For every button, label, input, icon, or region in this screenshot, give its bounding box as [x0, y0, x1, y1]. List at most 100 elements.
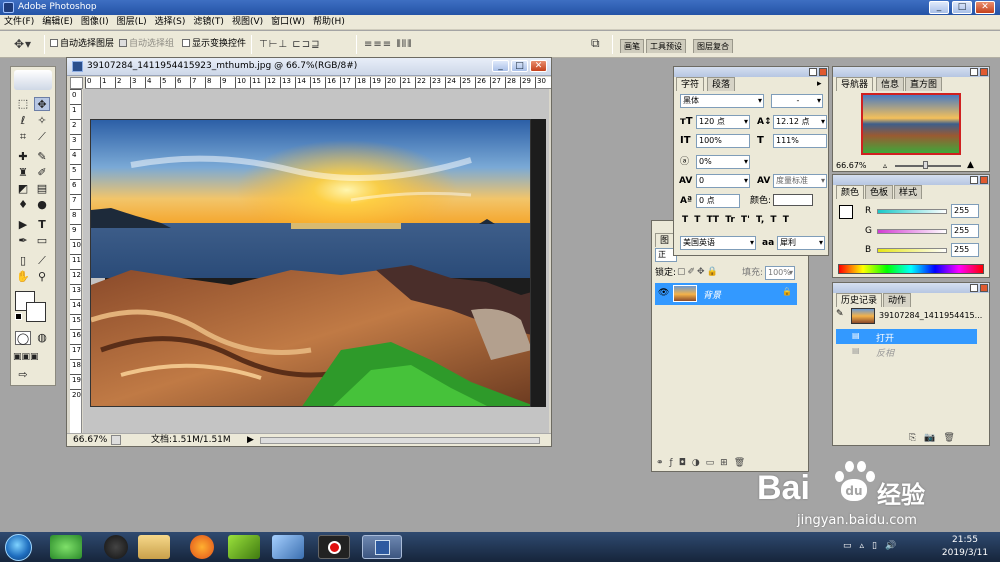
- zoom-out-icon[interactable]: ▵: [883, 160, 887, 172]
- status-menu-icon[interactable]: [111, 435, 121, 445]
- notes-app-icon[interactable]: [272, 535, 304, 559]
- notes-tool-icon[interactable]: ▯: [15, 254, 31, 268]
- lasso-tool-icon[interactable]: ℓ: [15, 114, 31, 128]
- menu-window[interactable]: 窗口(W): [267, 15, 309, 30]
- eraser-tool-icon[interactable]: ◩: [15, 182, 31, 196]
- doc-maximize-button[interactable]: □: [511, 60, 528, 72]
- eyedropper-icon[interactable]: ⟋: [34, 254, 50, 268]
- history-brush-icon[interactable]: ✐: [34, 166, 50, 180]
- tab-character[interactable]: 字符: [676, 77, 705, 91]
- crop-tool-icon[interactable]: ⌗: [15, 130, 31, 144]
- tsume-field[interactable]: 0%: [696, 155, 750, 169]
- layer-row-background[interactable]: 👁 背景 🔒: [655, 283, 797, 305]
- move-tool-icon[interactable]: ✥▾: [14, 37, 32, 51]
- menu-file[interactable]: 文件(F): [0, 15, 38, 30]
- tab-navigator[interactable]: 导航器: [836, 77, 874, 91]
- align-icons[interactable]: ⊤⊢⊥ ⊏⊐⊒: [259, 39, 320, 50]
- palette-menu-icon[interactable]: ▸: [817, 79, 822, 89]
- horizontal-scale-field[interactable]: 111%: [773, 134, 827, 148]
- navigator-thumbnail[interactable]: [861, 93, 961, 155]
- clock-time[interactable]: 21:55: [946, 535, 984, 545]
- leading-field[interactable]: 12.12 点: [773, 115, 827, 129]
- baseline-shift-field[interactable]: 0 点: [696, 194, 740, 208]
- navigator-zoom[interactable]: 66.67%: [836, 160, 867, 172]
- screen-mode-icons[interactable]: ▣▣▣: [13, 350, 39, 364]
- tab-swatches[interactable]: 色板: [865, 185, 894, 199]
- palette-well-icon[interactable]: ⧉: [591, 36, 601, 51]
- tab-color[interactable]: 颜色: [836, 185, 865, 199]
- status-arrow-icon[interactable]: ▶: [247, 434, 254, 446]
- zoom-level[interactable]: 66.67%: [73, 434, 107, 446]
- text-color-swatch[interactable]: [773, 194, 813, 206]
- menu-image[interactable]: 图像(I): [77, 15, 113, 30]
- channel-b-value[interactable]: 255: [951, 243, 979, 257]
- zoom-in-icon[interactable]: ▲: [967, 159, 974, 171]
- tracking-field[interactable]: 度量标准: [773, 174, 827, 188]
- marquee-tool-icon[interactable]: ⬚: [15, 97, 31, 111]
- start-button[interactable]: [5, 534, 32, 561]
- color-ramp[interactable]: [838, 264, 984, 274]
- blur-tool-icon[interactable]: ♦: [15, 198, 31, 212]
- jump-to-imageready-icon[interactable]: ⇨: [15, 368, 31, 382]
- menu-select[interactable]: 选择(S): [151, 15, 190, 30]
- ruler-origin[interactable]: [70, 77, 83, 89]
- maximize-button[interactable]: □: [952, 1, 972, 14]
- gradient-tool-icon[interactable]: ▤: [34, 182, 50, 196]
- dodge-tool-icon[interactable]: ●: [34, 198, 50, 212]
- default-colors-icon[interactable]: [15, 313, 22, 320]
- clock-date[interactable]: 2019/3/11: [940, 548, 990, 558]
- distribute-icons[interactable]: ≡≡≡ ⦀⦀⦀: [364, 39, 413, 50]
- photo-seascape-image[interactable]: [90, 119, 531, 407]
- history-item-invert[interactable]: ▤ 反相: [836, 345, 977, 359]
- move-tool-selected-icon[interactable]: ✥: [34, 97, 50, 111]
- tab-layers[interactable]: 图: [655, 233, 675, 247]
- text-style-buttons[interactable]: T T TT Tr T' T, T T: [682, 215, 826, 225]
- history-bottom-icons[interactable]: ⎘📷🗑: [909, 433, 963, 443]
- healing-brush-icon[interactable]: ✚: [15, 150, 31, 164]
- media-app-icon[interactable]: [228, 535, 260, 559]
- file-explorer-icon[interactable]: [138, 535, 170, 559]
- eye-icon[interactable]: 👁: [658, 288, 669, 298]
- channel-r-slider[interactable]: [877, 209, 947, 214]
- snapshot-name[interactable]: 39107284_1411954415...: [879, 310, 982, 322]
- standard-mode-icon[interactable]: ◯: [15, 331, 31, 345]
- background-color-swatch[interactable]: [26, 302, 46, 322]
- channel-g-slider[interactable]: [877, 229, 947, 234]
- snapshot-thumbnail[interactable]: [851, 308, 875, 324]
- fill-field[interactable]: 100%: [765, 266, 795, 280]
- channel-b-slider[interactable]: [877, 248, 947, 253]
- kerning-field[interactable]: 0: [696, 174, 750, 188]
- auto-select-layer-checkbox[interactable]: 自动选择图层: [50, 38, 114, 50]
- taskbar-app-icon[interactable]: [50, 535, 82, 559]
- font-family-select[interactable]: 黑体: [680, 94, 764, 108]
- channel-g-value[interactable]: 255: [951, 224, 979, 238]
- menu-filter[interactable]: 滤镜(T): [189, 15, 228, 30]
- magic-wand-icon[interactable]: ✧: [34, 114, 50, 128]
- menu-view[interactable]: 视图(V): [228, 15, 267, 30]
- channel-r-value[interactable]: 255: [951, 204, 979, 218]
- recorder-app-icon[interactable]: [318, 535, 350, 559]
- show-transform-checkbox[interactable]: 显示变换控件: [182, 38, 246, 50]
- tab-actions[interactable]: 动作: [883, 293, 912, 307]
- path-select-icon[interactable]: ▶: [15, 218, 31, 232]
- menu-layer[interactable]: 图层(L): [113, 15, 151, 30]
- qq-icon[interactable]: [104, 535, 128, 559]
- font-size-field[interactable]: 120 点: [696, 115, 750, 129]
- photoshop-taskbar-button[interactable]: [362, 535, 402, 559]
- layer-name[interactable]: 背景: [703, 288, 721, 301]
- auto-select-group-checkbox[interactable]: 自动选择组: [119, 38, 174, 50]
- slice-tool-icon[interactable]: ⟋: [34, 130, 50, 144]
- zoom-tool-icon[interactable]: ⚲: [34, 270, 50, 284]
- tab-layer-comps[interactable]: 图层复合: [693, 39, 733, 53]
- horizontal-scrollbar[interactable]: [260, 437, 540, 444]
- font-style-select[interactable]: -: [771, 94, 823, 108]
- language-select[interactable]: 美国英语: [680, 236, 756, 250]
- clone-stamp-icon[interactable]: ♜: [15, 166, 31, 180]
- lock-icons[interactable]: ▢✐✥🔒: [677, 266, 720, 278]
- menu-edit[interactable]: 编辑(E): [38, 15, 77, 30]
- tray-icons[interactable]: ▭▵▯🔊: [843, 541, 904, 551]
- vertical-ruler[interactable]: 0 1 2 3 4 5 6 7 8 9 10 11 12 13 14 15 16 17 18 19 20: [70, 89, 82, 437]
- doc-close-button[interactable]: ✕: [530, 60, 547, 72]
- pen-tool-icon[interactable]: ✒: [15, 234, 31, 248]
- vertical-scale-field[interactable]: 100%: [696, 134, 750, 148]
